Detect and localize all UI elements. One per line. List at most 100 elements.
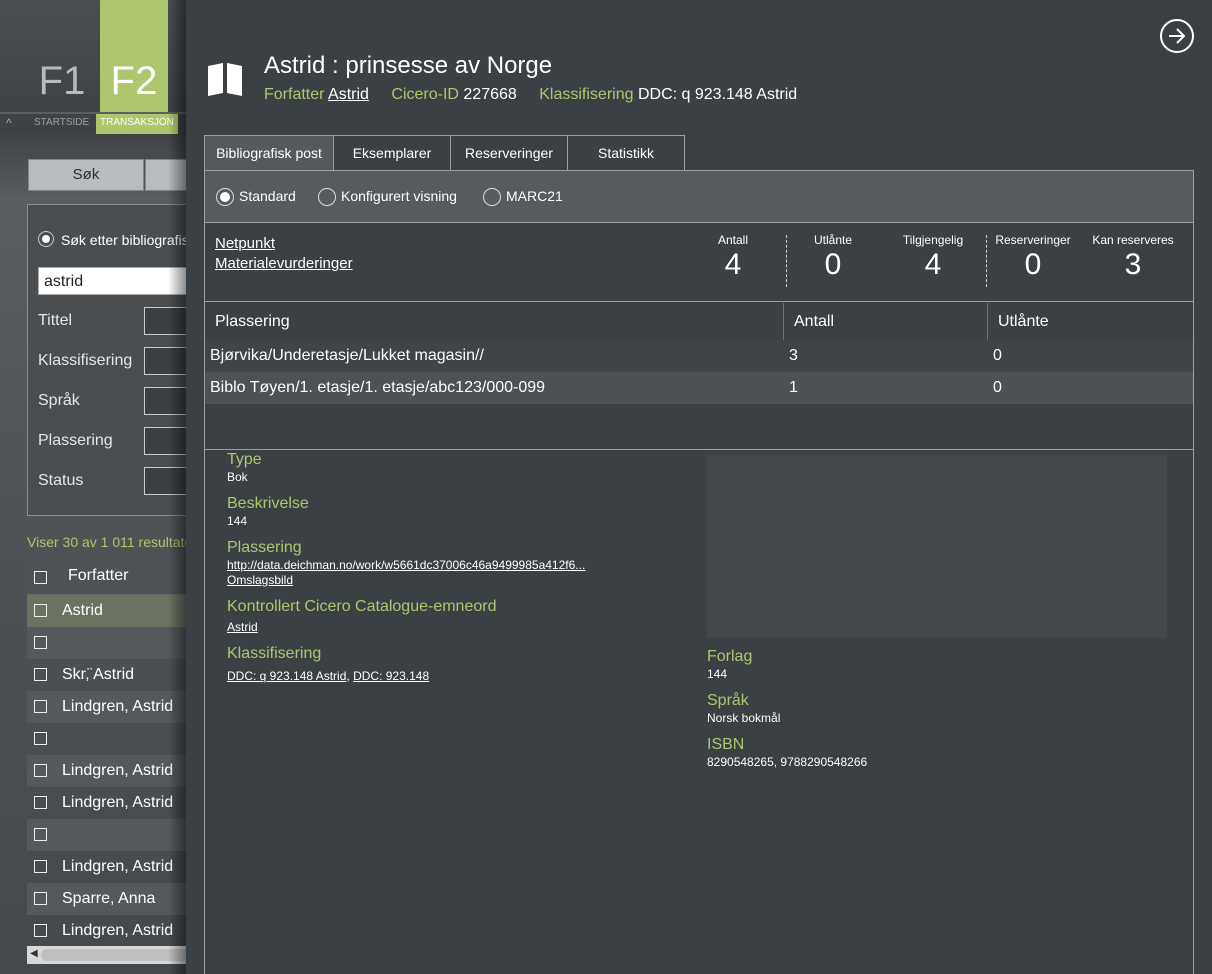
row-checkbox[interactable] — [34, 860, 47, 873]
row-author: Skr,̈ Astrid — [62, 666, 135, 683]
row-author: Lindgren, Astrid — [62, 794, 174, 811]
classification-label: Klassifisering — [539, 86, 634, 103]
loaned-cell: 0 — [993, 347, 1002, 364]
materialevurderinger-link[interactable]: Materialevurderinger — [215, 255, 353, 272]
f1-key[interactable]: F1 — [28, 0, 96, 112]
language-label: Språk — [707, 692, 749, 709]
isbn-value: 8290548265, 9788290548266 — [707, 755, 868, 769]
table-row[interactable]: Bjørvika/Underetasje/Lukket magasin// 3 … — [205, 340, 1193, 372]
tab-content: Standard Konfigurert visning MARC21 Netp… — [204, 170, 1194, 974]
column-header-antall[interactable]: Antall — [784, 303, 988, 340]
stat-value: 0 — [824, 248, 842, 281]
row-author: Lindgren, Astrid — [62, 698, 174, 715]
stat-utlante: Utlånte 0 — [803, 233, 863, 283]
row-checkbox[interactable] — [34, 636, 47, 649]
close-panel-button[interactable] — [1160, 19, 1194, 53]
stat-label: Reserveringer — [995, 233, 1071, 247]
book-icon — [208, 63, 242, 96]
radio-standard[interactable] — [216, 188, 234, 206]
copies-summary: Netpunkt Materialevurderinger Antall 4 U… — [205, 223, 1193, 302]
stat-kan-reserveres: Kan reserveres 3 — [1087, 233, 1179, 283]
row-checkbox[interactable] — [34, 764, 47, 777]
stat-antall: Antall 4 — [703, 233, 763, 283]
tab-statistikk[interactable]: Statistikk — [567, 135, 685, 171]
arrow-right-circle-icon — [1169, 28, 1186, 44]
location-cell: Bjørvika/Underetasje/Lukket magasin// — [210, 347, 484, 364]
subject-label: Kontrollert Cicero Catalogue-emneord — [227, 598, 497, 615]
cicero-id-value: 227668 — [463, 86, 517, 103]
location-table: Plassering Antall Utlånte Bjørvika/Under… — [205, 303, 1193, 404]
stat-value: 0 — [1024, 248, 1042, 281]
isbn-label: ISBN — [707, 736, 745, 753]
publisher-label: Forlag — [707, 648, 753, 665]
column-header-plassering[interactable]: Plassering — [205, 303, 784, 340]
type-label: Type — [227, 451, 262, 468]
row-author: Lindgren, Astrid — [62, 922, 174, 939]
row-checkbox[interactable] — [34, 828, 47, 841]
row-author: Lindgren, Astrid — [62, 762, 174, 779]
select-all-checkbox[interactable] — [34, 571, 47, 584]
row-checkbox[interactable] — [34, 604, 47, 617]
view-mode-bar: Standard Konfigurert visning MARC21 — [205, 171, 1193, 223]
row-author: Lindgren, Astrid — [62, 858, 174, 875]
stat-reserveringer: Reserveringer 0 — [991, 233, 1075, 283]
tab-reserveringer[interactable]: Reserveringer — [450, 135, 568, 171]
radio-marc21-label[interactable]: MARC21 — [506, 188, 563, 204]
radio-konfigurert[interactable] — [318, 188, 336, 206]
column-header-forfatter[interactable]: Forfatter — [68, 557, 128, 595]
subject-link[interactable]: Astrid — [227, 620, 258, 634]
radio-marc21[interactable] — [483, 188, 501, 206]
stat-label: Utlånte — [813, 233, 853, 247]
type-value: Bok — [227, 470, 248, 484]
row-checkbox[interactable] — [34, 796, 47, 809]
row-checkbox[interactable] — [34, 892, 47, 905]
column-header-utlante[interactable]: Utlånte — [988, 303, 1193, 340]
count-cell: 3 — [789, 347, 798, 364]
stat-value: 4 — [724, 248, 742, 281]
author-label: Forfatter — [264, 86, 325, 103]
divider — [986, 235, 987, 287]
stat-value: 3 — [1124, 248, 1142, 281]
search-radio[interactable] — [38, 231, 54, 247]
stat-label: Antall — [717, 233, 749, 247]
row-checkbox[interactable] — [34, 700, 47, 713]
row-checkbox[interactable] — [34, 732, 47, 745]
row-author: Astrid — [62, 602, 103, 619]
row-checkbox[interactable] — [34, 668, 47, 681]
classification-link[interactable]: DDC: q 923.148 Astrid — [227, 669, 346, 683]
row-author: Sparre, Anna — [62, 890, 156, 907]
search-tab-button[interactable]: Søk — [28, 159, 144, 191]
f2-key[interactable]: F2 — [100, 0, 168, 112]
cover-image-placeholder — [707, 455, 1167, 638]
page-title: Astrid : prinsesse av Norge — [264, 52, 553, 79]
field-label-klassifisering: Klassifisering — [38, 352, 133, 369]
separator: , — [346, 669, 350, 683]
classification-detail-label: Klassifisering — [227, 645, 322, 662]
count-cell: 1 — [789, 379, 798, 396]
field-label-sprak: Språk — [38, 392, 80, 409]
radio-standard-label[interactable]: Standard — [239, 188, 296, 204]
classification-link[interactable]: DDC: 923.148 — [353, 669, 429, 683]
stat-value: 4 — [924, 248, 942, 281]
classification-values: DDC: q 923.148 Astrid, DDC: 923.148 — [227, 669, 429, 683]
tab-bibliografisk-post[interactable]: Bibliografisk post — [204, 135, 334, 171]
field-label-plassering: Plassering — [38, 432, 113, 449]
startside-label[interactable]: STARTSIDE — [34, 114, 89, 134]
classification-value: DDC: q 923.148 Astrid — [637, 86, 798, 103]
cover-link[interactable]: Omslagsbild — [227, 573, 293, 587]
overlay-shadow — [168, 0, 186, 974]
radio-konfigurert-label[interactable]: Konfigurert visning — [341, 188, 457, 204]
netpunkt-link[interactable]: Netpunkt — [215, 235, 275, 252]
tab-eksemplarer[interactable]: Eksemplarer — [333, 135, 451, 171]
transaksjon-label[interactable]: TRANSAKSJON — [96, 114, 178, 134]
table-row[interactable]: Biblo Tøyen/1. etasje/1. etasje/abc123/0… — [205, 372, 1193, 404]
work-link[interactable]: http://data.deichman.no/work/w5661dc3700… — [227, 558, 585, 572]
divider — [786, 235, 787, 287]
author-link[interactable]: Astrid — [328, 86, 369, 103]
stat-tilgjengelig: Tilgjengelig 4 — [895, 233, 971, 283]
stat-label: Kan reserveres — [1092, 233, 1174, 247]
row-checkbox[interactable] — [34, 924, 47, 937]
chevron-up-icon[interactable]: ^ — [6, 116, 12, 130]
scroll-left-icon[interactable]: ◀ — [30, 948, 38, 959]
record-details: Type Bok Beskrivelse 144 Plassering http… — [205, 450, 1193, 974]
